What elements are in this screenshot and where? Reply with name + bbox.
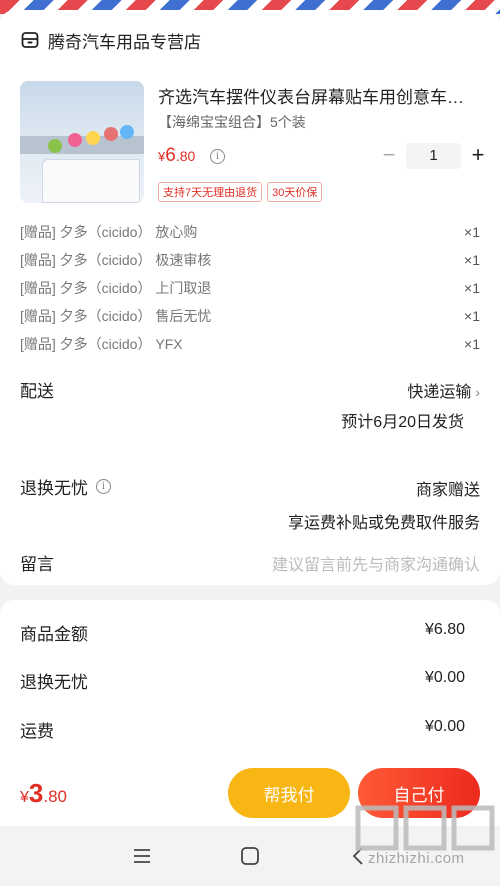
- quantity-input[interactable]: 1: [406, 143, 461, 169]
- returns-info-icon[interactable]: i: [96, 479, 111, 494]
- summary-returns-value: ¥0.00: [424, 669, 465, 686]
- home-icon[interactable]: [238, 844, 262, 868]
- delivery-eta: 预计6月20日发货: [341, 414, 464, 431]
- decrease-button[interactable]: −: [378, 143, 400, 169]
- shop-header[interactable]: 腾奇汽车用品专营店: [20, 28, 201, 52]
- delivery-label: 配送: [20, 382, 54, 401]
- quantity-stepper: − 1 +: [378, 143, 489, 169]
- service-tags: 支持7天无理由退货 30天价保: [158, 182, 323, 202]
- gift-item: [赠品] 夕多（cicido） 放心购 ×1: [20, 224, 480, 240]
- help-pay-button[interactable]: 帮我付: [228, 768, 350, 818]
- price-info-icon[interactable]: i: [210, 149, 225, 164]
- returns-row: 退换无忧 i: [20, 474, 111, 499]
- menu-icon[interactable]: [130, 844, 154, 868]
- gift-item: [赠品] 夕多（cicido） 上门取退 ×1: [20, 280, 480, 296]
- summary-shipping-label: 运费: [20, 722, 54, 741]
- gift-item: [赠品] 夕多（cicido） 售后无忧 ×1: [20, 308, 480, 324]
- gift-item: [赠品] 夕多（cicido） 极速审核 ×1: [20, 252, 480, 268]
- message-label: 留言: [20, 555, 54, 574]
- product-spec[interactable]: 【海绵宝宝组合】5个装: [158, 112, 306, 132]
- product-thumbnail[interactable]: [20, 81, 144, 203]
- watermark-logo: zhizhizhi.com: [350, 800, 500, 886]
- product-title[interactable]: 齐选汽车摆件仪表台屏幕贴车用创意车…: [158, 83, 480, 108]
- returns-label: 退换无忧: [20, 479, 88, 498]
- summary-goods-label: 商品金额: [20, 625, 88, 644]
- increase-button[interactable]: +: [467, 143, 489, 169]
- returns-detail: 享运费补贴或免费取件服务: [287, 515, 480, 532]
- gift-item: [赠品] 夕多（cicido） YFX ×1: [20, 336, 480, 352]
- summary-shipping-value: ¥0.00: [424, 718, 465, 735]
- summary-returns-label: 退换无忧: [20, 673, 88, 692]
- message-input[interactable]: 建议留言前先与商家沟通确认: [272, 551, 480, 575]
- return-policy-tag: 支持7天无理由退货: [158, 182, 263, 202]
- total-price: ¥ 3 .80: [20, 778, 68, 808]
- watermark-text: zhizhizhi.com: [368, 850, 465, 867]
- shop-name: 腾奇汽车用品专营店: [48, 32, 201, 52]
- price-protection-tag: 30天价保: [267, 182, 323, 202]
- summary-goods-value: ¥6.80: [424, 621, 465, 638]
- returns-value: 商家赠送: [415, 482, 480, 499]
- chevron-right-icon: ›: [475, 384, 480, 400]
- store-icon: [20, 30, 40, 50]
- product-price: ¥ 6 .80: [158, 145, 196, 166]
- delivery-method[interactable]: 快递运输 ›: [407, 378, 480, 402]
